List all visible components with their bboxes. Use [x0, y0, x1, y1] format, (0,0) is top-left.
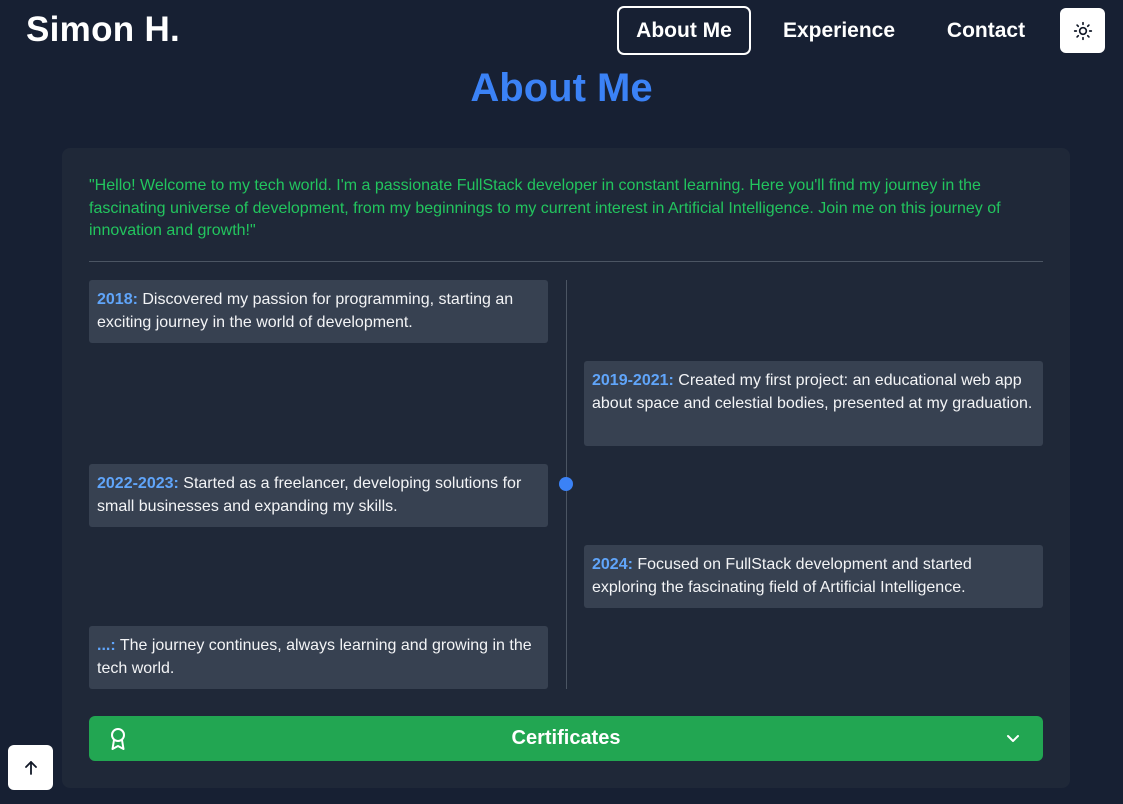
- timeline-event: 2024: Focused on FullStack development a…: [584, 545, 1043, 608]
- nav-about-me[interactable]: About Me: [617, 6, 751, 55]
- timeline-dot: [559, 477, 573, 491]
- timeline-event: ...: The journey continues, always learn…: [89, 626, 548, 689]
- event-year: 2019-2021:: [592, 372, 674, 389]
- event-year: 2018:: [97, 291, 138, 308]
- scroll-to-top-button[interactable]: [8, 745, 53, 790]
- chevron-down-icon: [1007, 735, 1019, 742]
- event-year: 2024:: [592, 556, 633, 573]
- timeline-event: 2018: Discovered my passion for programm…: [89, 280, 548, 343]
- portfolio-page: Simon H. About Me Experience Contact Abo…: [0, 0, 1123, 804]
- certificates-button[interactable]: Certificates: [89, 716, 1043, 761]
- timeline-event: 2022-2023: Started as a freelancer, deve…: [89, 464, 548, 527]
- brand-name[interactable]: Simon H.: [26, 10, 180, 50]
- intro-text: "Hello! Welcome to my tech world. I'm a …: [89, 177, 1001, 239]
- event-text: Discovered my passion for programming, s…: [97, 291, 514, 331]
- certificates-label: Certificates: [511, 727, 621, 749]
- timeline-event: 2019-2021: Created my first project: an …: [584, 361, 1043, 446]
- event-year: 2022-2023:: [97, 475, 179, 492]
- nav-contact[interactable]: Contact: [929, 6, 1043, 55]
- event-text: Focused on FullStack development and sta…: [592, 556, 972, 596]
- arrow-up-icon: [24, 760, 37, 775]
- about-card: "Hello! Welcome to my tech world. I'm a …: [62, 148, 1070, 788]
- section-title: About Me: [470, 66, 653, 110]
- divider: [89, 261, 1043, 262]
- theme-toggle-button[interactable]: [1060, 8, 1105, 53]
- event-year: ...:: [97, 637, 116, 654]
- event-text: The journey continues, always learning a…: [97, 637, 532, 677]
- sun-icon: [1073, 21, 1092, 40]
- nav-experience[interactable]: Experience: [767, 6, 911, 55]
